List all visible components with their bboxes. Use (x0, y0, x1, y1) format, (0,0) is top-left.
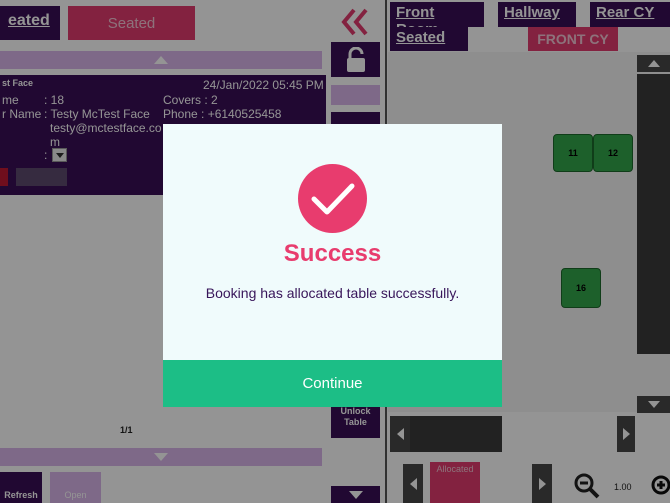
continue-button[interactable]: Continue (163, 360, 502, 407)
success-dialog: Success Booking has allocated table succ… (163, 124, 502, 407)
dialog-title: Success (283, 240, 382, 267)
dialog-message: Booking has allocated table successfully… (205, 285, 460, 301)
checkmark-icon (298, 164, 367, 233)
